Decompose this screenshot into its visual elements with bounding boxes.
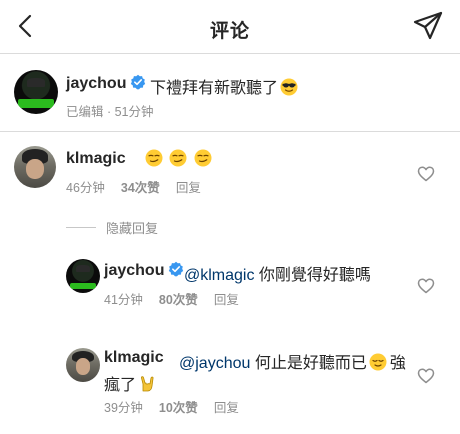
reply-text: @jaychou 何止是好聽而已強 bbox=[179, 353, 406, 372]
divider bbox=[66, 227, 96, 228]
avatar[interactable] bbox=[14, 70, 58, 114]
avatar[interactable] bbox=[66, 348, 100, 382]
like-count[interactable]: 34次赞 bbox=[121, 181, 160, 195]
caption-meta: 已编辑 · 51分钟 bbox=[66, 105, 154, 119]
reply-button[interactable]: 回复 bbox=[214, 293, 239, 307]
caption-text: 下禮拜有新歌聽了 bbox=[150, 74, 298, 98]
sign-of-the-horns-icon bbox=[138, 375, 156, 393]
page-title: 评论 bbox=[209, 21, 250, 42]
reply-username[interactable]: klmagic bbox=[104, 349, 164, 367]
smiling-face-with-sunglasses-icon bbox=[280, 78, 298, 96]
hide-replies-label: 隐藏回复 bbox=[106, 221, 159, 236]
verified-badge-icon bbox=[169, 261, 184, 277]
smirking-face-icon bbox=[169, 149, 187, 167]
heart-icon[interactable] bbox=[417, 277, 435, 295]
like-count[interactable]: 10次赞 bbox=[159, 401, 198, 415]
top-bar: 评论 bbox=[0, 0, 460, 54]
reply-button[interactable]: 回复 bbox=[176, 181, 201, 195]
comment-text bbox=[143, 149, 212, 169]
reply-time: 41分钟 bbox=[104, 293, 143, 307]
verified-badge-icon bbox=[131, 74, 146, 90]
reply-text-line2: 瘋了 bbox=[104, 371, 156, 395]
post-caption: jaychou 下禮拜有新歌聽了 已编辑 · 51分钟 bbox=[0, 55, 460, 132]
like-count[interactable]: 80次赞 bbox=[159, 293, 198, 307]
reply-username[interactable]: jaychou bbox=[104, 261, 184, 280]
avatar[interactable] bbox=[14, 146, 56, 188]
mention-link[interactable]: @klmagic bbox=[184, 267, 254, 284]
reply-time: 39分钟 bbox=[104, 401, 143, 415]
reply-meta: 39分钟 10次赞 回复 bbox=[104, 397, 239, 416]
heart-icon[interactable] bbox=[417, 367, 435, 385]
smirking-face-icon bbox=[194, 149, 212, 167]
mention-link[interactable]: @jaychou bbox=[179, 355, 250, 372]
paper-plane-icon[interactable] bbox=[412, 10, 444, 42]
reply-meta: 41分钟 80次赞 回复 bbox=[104, 289, 239, 308]
avatar[interactable] bbox=[66, 259, 100, 293]
caption-username[interactable]: jaychou bbox=[66, 74, 146, 93]
comment-username[interactable]: klmagic bbox=[66, 150, 126, 168]
heart-icon[interactable] bbox=[417, 165, 435, 183]
comment-time: 46分钟 bbox=[66, 181, 105, 195]
reply-text: @klmagic 你剛覺得好聽嗎 bbox=[184, 267, 371, 284]
relieved-face-icon bbox=[369, 353, 387, 371]
smirking-face-icon bbox=[145, 149, 163, 167]
comment-meta: 46分钟 34次赞 回复 bbox=[66, 177, 201, 196]
reply-button[interactable]: 回复 bbox=[214, 401, 239, 415]
